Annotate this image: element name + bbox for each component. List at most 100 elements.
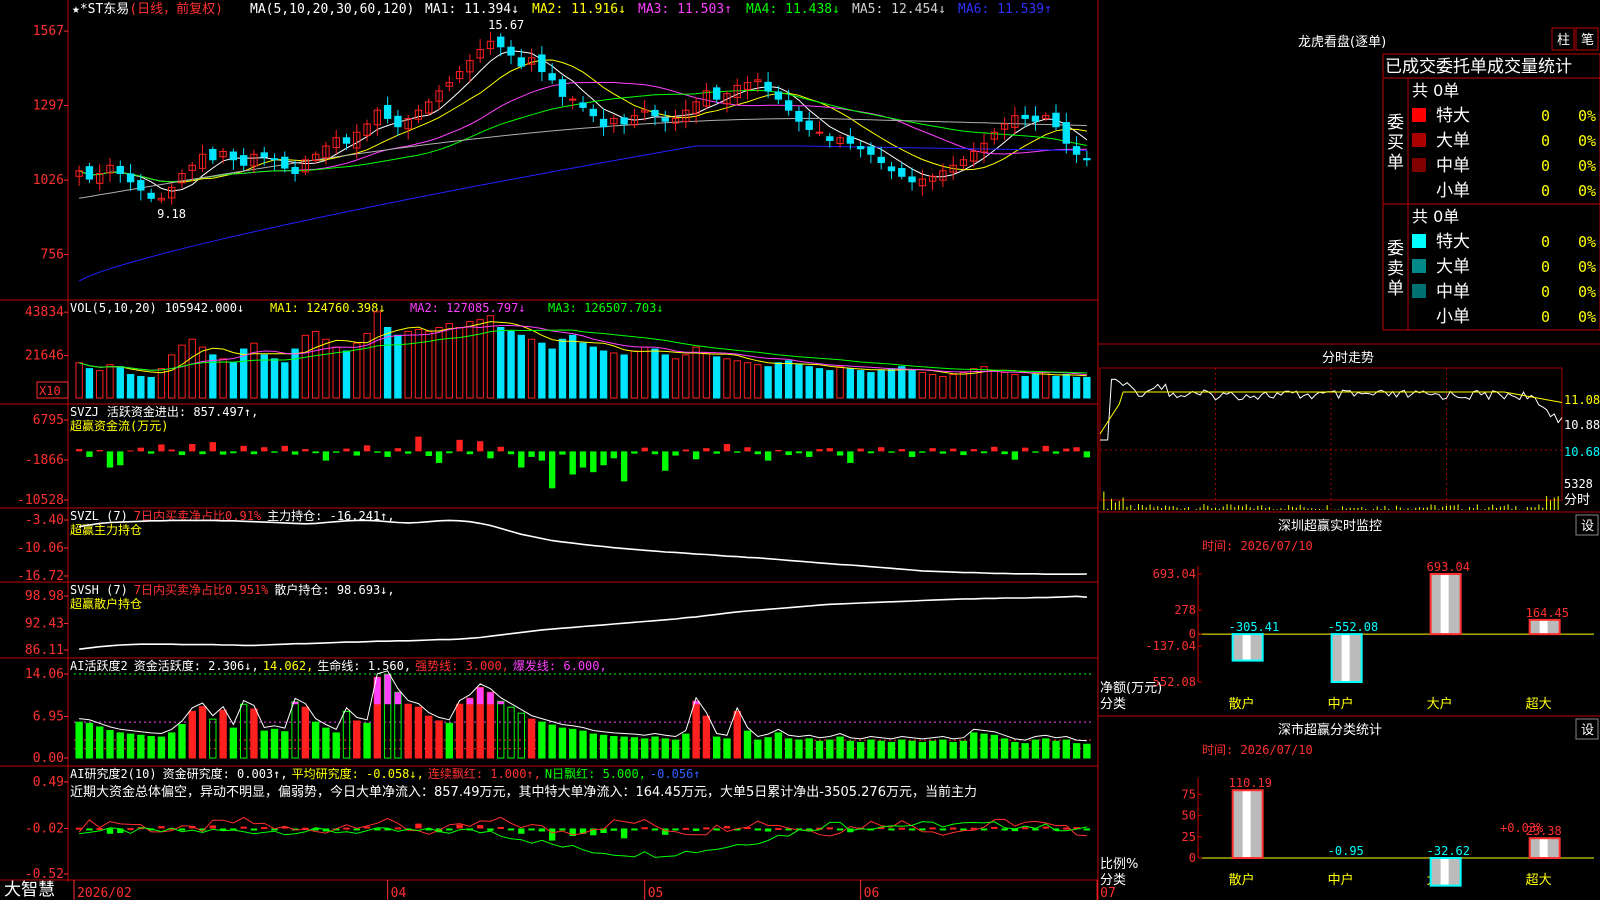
- activity-bar: [641, 738, 649, 759]
- panel-tick: 0: [1189, 851, 1196, 865]
- activity-bar: [116, 732, 124, 759]
- sz-monitor-settings-label[interactable]: 设: [1581, 519, 1594, 534]
- research-bar: [764, 828, 772, 832]
- svg-text:VOL(5,10,20)105942.000↓: VOL(5,10,20) 105942.000↓: [70, 301, 244, 315]
- candle-body: [209, 148, 217, 161]
- candle-body: [558, 79, 567, 97]
- sell-side-label: 单: [1387, 279, 1404, 299]
- activity-bar: [281, 731, 289, 759]
- svzl-chart[interactable]: [78, 519, 1087, 576]
- panel-category: 超大: [1526, 697, 1552, 712]
- candle-body: [507, 46, 515, 56]
- intraday-panel: 分时走势 11.08 10.88 10.68 5328 分时: [1099, 350, 1600, 512]
- research-bar: [538, 828, 546, 832]
- flow-bar: [343, 448, 350, 452]
- research-bar: [692, 828, 700, 832]
- flow-bar: [137, 447, 145, 452]
- research-bar: [1021, 827, 1029, 830]
- flow-bar: [991, 446, 998, 452]
- tick-button-label[interactable]: 笔: [1581, 32, 1594, 48]
- y-tick-label: 14.06: [25, 667, 64, 682]
- vol-y-axis: 43834 21646: [25, 305, 68, 364]
- y-tick-label: -16.72: [17, 569, 64, 584]
- flow-bar: [1042, 445, 1049, 452]
- flow-bar: [867, 451, 875, 454]
- candle-body: [1072, 146, 1081, 155]
- flow-bar: [857, 448, 864, 452]
- candle-body: [260, 152, 268, 158]
- candlestick-chart[interactable]: 15.67 9.18: [75, 18, 1091, 282]
- volume-bar: [795, 364, 803, 399]
- sz-class-settings-label[interactable]: 设: [1581, 723, 1594, 738]
- main-chart-area[interactable]: ★*ST东易(日线，前复权) MA(5,10,20,30,60,120) MA1…: [0, 0, 1600, 900]
- candle-body: [383, 104, 392, 119]
- row-percent: 0%: [1578, 132, 1596, 150]
- activity-bar: [723, 738, 731, 759]
- row-name: 小单: [1436, 181, 1470, 201]
- activity-bar: [75, 721, 83, 759]
- flow-bar: [405, 451, 412, 454]
- volume-bar: [918, 372, 927, 399]
- activity-bar: [1072, 743, 1081, 759]
- volume-chart[interactable]: X10: [36, 311, 1091, 399]
- svsh-y-axis: 98.98 92.43 86.11: [25, 589, 68, 658]
- volume-bar: [846, 368, 855, 399]
- svzl-line: [78, 519, 1087, 576]
- research-bar: [446, 828, 453, 831]
- row-percent: 0%: [1578, 182, 1596, 200]
- high-price-label: 15.67: [488, 18, 524, 32]
- flow-bar: [970, 449, 977, 452]
- activity-bar: [497, 700, 505, 759]
- svzj-chart[interactable]: [75, 436, 1091, 489]
- activity-bar: [682, 733, 690, 759]
- stock-name: ★*ST东易(日线，前复权): [72, 1, 223, 17]
- svsh-chart[interactable]: [78, 595, 1087, 650]
- activity-bar: [1000, 738, 1009, 759]
- flow-bar: [888, 451, 895, 453]
- candle-body: [85, 166, 94, 180]
- svg-text:MA2: 127085.797↓: MA2: 127085.797↓: [410, 301, 526, 315]
- extra-percent-label: +0.03%: [1500, 821, 1544, 835]
- panel-bar-label: 693.04: [1427, 560, 1470, 574]
- research-bar: [1083, 828, 1091, 831]
- svsh-line: [78, 595, 1087, 650]
- research-bar: [86, 828, 93, 831]
- activity-burst-bar: [487, 692, 494, 705]
- candle-body: [795, 110, 803, 122]
- x-tick-label: 05: [648, 886, 664, 900]
- volume-bar: [311, 330, 320, 399]
- activity-bar: [466, 697, 474, 759]
- flow-bar: [178, 451, 186, 456]
- flow-bar: [374, 451, 381, 453]
- flow-bar: [230, 451, 237, 454]
- flow-bar: [435, 451, 443, 463]
- ai-activity-chart[interactable]: [74, 670, 1092, 759]
- volume-bar: [250, 342, 258, 399]
- research-bar: [96, 828, 103, 830]
- volume-bar: [599, 350, 608, 399]
- volume-bar: [620, 354, 628, 399]
- volume-bar: [641, 346, 649, 399]
- volume-bar: [661, 354, 669, 399]
- volume-bar: [671, 358, 680, 399]
- activity-burst-bar: [466, 698, 474, 705]
- research-bar: [620, 828, 628, 839]
- kline-y-axis: 1567 1297 1026 756: [33, 24, 68, 263]
- flow-bar: [641, 447, 648, 452]
- column-button-label[interactable]: 柱: [1557, 33, 1570, 48]
- volume-bar: [1000, 372, 1009, 399]
- y-tick-label: 1297: [33, 98, 64, 113]
- ai-research-chart[interactable]: [75, 816, 1091, 858]
- low-price-label: 9.18: [157, 207, 186, 221]
- flow-bar: [394, 448, 402, 452]
- y-tick-label: -10.06: [17, 541, 64, 556]
- candle-body: [651, 109, 659, 117]
- volume-bar: [332, 346, 340, 399]
- panel-bar-highlight: [1341, 634, 1350, 682]
- candle-body: [620, 117, 628, 125]
- research-bar: [518, 828, 525, 834]
- ma5-value: MA5: 12.454↓: [852, 2, 946, 17]
- activity-bar: [219, 709, 227, 759]
- volume-bar: [373, 311, 382, 399]
- row-name: 大单: [1436, 257, 1470, 277]
